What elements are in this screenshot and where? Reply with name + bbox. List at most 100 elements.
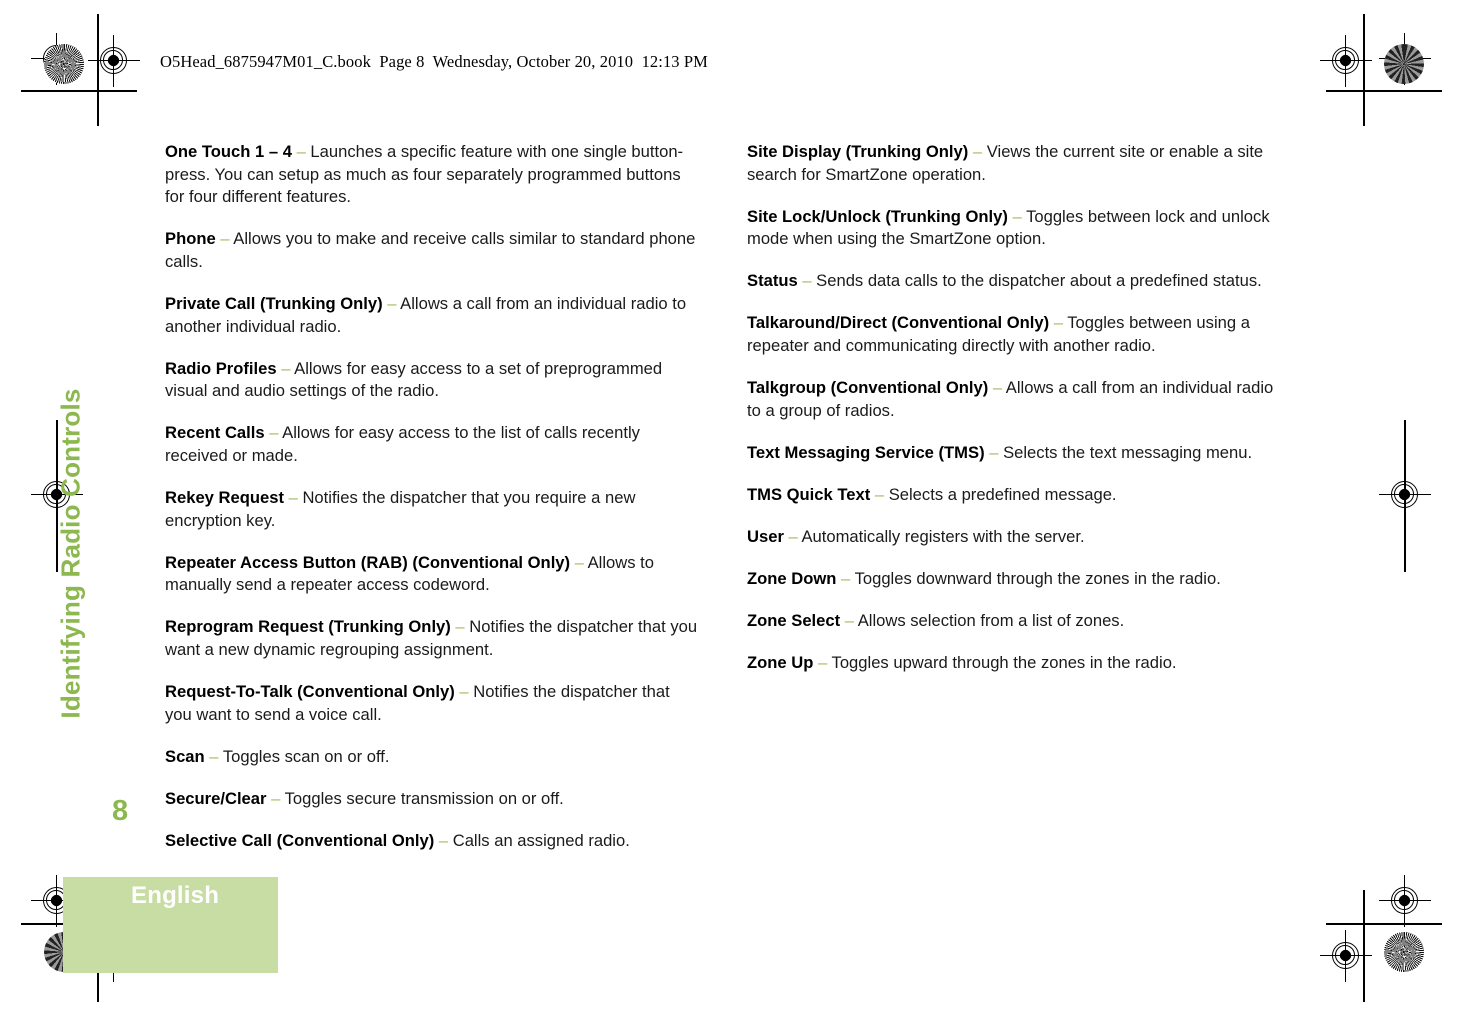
star-target-mark-top-left	[44, 44, 84, 84]
glossary-entry: Talkgroup (Conventional Only) – Allows a…	[747, 377, 1285, 422]
glossary-term: User	[747, 527, 784, 547]
glossary-separator-dash: –	[984, 442, 1004, 462]
glossary-entry: Selective Call (Conventional Only) – Cal…	[165, 830, 699, 853]
trim-line-right-vertical	[1363, 14, 1365, 126]
glossary-entry: Status – Sends data calls to the dispatc…	[747, 270, 1285, 293]
star-target-mark-top-right	[1384, 44, 1424, 84]
registration-mark-top-right-inner	[1320, 35, 1372, 87]
trim-line-top-right-horizontal	[1326, 90, 1442, 92]
glossary-separator-dash: –	[988, 378, 1006, 398]
glossary-entry: Site Display (Trunking Only) – Views the…	[747, 141, 1285, 186]
glossary-term: Text Messaging Service (TMS)	[747, 442, 985, 462]
glossary-term: Status	[747, 271, 798, 291]
glossary-term: Site Display (Trunking Only)	[747, 142, 969, 161]
registration-mark-bottom-right-outer	[1379, 875, 1431, 927]
chapter-side-tab-title: Identifying Radio Controls	[55, 388, 86, 719]
language-label: English	[131, 882, 220, 909]
glossary-term: Secure/Clear	[165, 788, 267, 808]
column-right: Site Display (Trunking Only) – Views the…	[747, 141, 1285, 872]
glossary-entry: Rekey Request – Notifies the dispatcher …	[165, 487, 699, 532]
glossary-separator-dash: –	[968, 142, 987, 161]
glossary-description: Allows selection from a list of zones.	[857, 611, 1125, 631]
glossary-entry: Zone Down – Toggles downward through the…	[747, 568, 1285, 591]
glossary-separator-dash: –	[1049, 313, 1068, 333]
glossary-separator-dash: –	[215, 229, 234, 249]
glossary-entry: Request-To-Talk (Conventional Only) – No…	[165, 681, 699, 726]
glossary-separator-dash: –	[382, 293, 401, 313]
glossary-term: Recent Calls	[165, 423, 265, 443]
glossary-term: Request-To-Talk (Conventional Only)	[165, 682, 455, 702]
page-body-columns: One Touch 1 – 4 – Launches a specific fe…	[165, 141, 1285, 872]
glossary-description: Toggles downward through the zones in th…	[854, 569, 1221, 589]
glossary-entry: Text Messaging Service (TMS) – Selects t…	[747, 442, 1285, 465]
glossary-term: TMS Quick Text	[747, 484, 871, 504]
glossary-separator-dash: –	[276, 358, 295, 378]
trim-line-bottom-right-vertical	[1363, 890, 1365, 1002]
glossary-separator-dash: –	[1007, 206, 1027, 226]
glossary-separator-dash: –	[797, 271, 817, 291]
glossary-entry: Reprogram Request (Trunking Only) – Noti…	[165, 616, 699, 661]
glossary-description: Automatically registers with the server.	[801, 527, 1085, 547]
registration-mark-top-left-inner	[88, 35, 140, 87]
glossary-separator-dash: –	[434, 830, 453, 850]
glossary-description: Toggles secure transmission on or off.	[284, 788, 564, 808]
glossary-description: Selects a predefined message.	[888, 484, 1117, 504]
glossary-description: Sends data calls to the dispatcher about…	[816, 271, 1262, 291]
glossary-separator-dash: –	[283, 488, 303, 508]
glossary-term: Repeater Access Button (RAB) (Convention…	[165, 552, 571, 572]
glossary-entry: User – Automatically registers with the …	[747, 526, 1285, 549]
glossary-entry: One Touch 1 – 4 – Launches a specific fe…	[165, 141, 699, 209]
glossary-term: Site Lock/Unlock (Trunking Only)	[747, 206, 1008, 226]
glossary-term: Selective Call (Conventional Only)	[165, 830, 435, 850]
glossary-separator-dash: –	[570, 552, 588, 572]
glossary-separator-dash: –	[291, 142, 311, 161]
glossary-description: Toggles scan on or off.	[222, 746, 390, 766]
glossary-description: Allows you to make and receive calls sim…	[165, 229, 696, 271]
glossary-term: Private Call (Trunking Only)	[165, 293, 383, 313]
glossary-term: One Touch 1 – 4	[165, 142, 292, 161]
glossary-entry: Radio Profiles – Allows for easy access …	[165, 358, 699, 403]
glossary-separator-dash: –	[870, 484, 889, 504]
glossary-entry: Secure/Clear – Toggles secure transmissi…	[165, 788, 699, 811]
glossary-description: Selects the text messaging menu.	[1003, 442, 1253, 462]
glossary-separator-dash: –	[450, 617, 470, 637]
glossary-term: Zone Select	[747, 611, 841, 631]
glossary-entry: Recent Calls – Allows for easy access to…	[165, 422, 699, 467]
glossary-entry: Zone Up – Toggles upward through the zon…	[747, 652, 1285, 675]
glossary-term: Phone	[165, 229, 216, 249]
glossary-separator-dash: –	[454, 682, 474, 702]
registration-mark-bottom-right-inner	[1320, 930, 1372, 982]
glossary-term: Talkaround/Direct (Conventional Only)	[747, 313, 1050, 333]
glossary-entry: Talkaround/Direct (Conventional Only) – …	[747, 312, 1285, 357]
glossary-term: Scan	[165, 746, 205, 766]
glossary-term: Zone Up	[747, 653, 814, 673]
glossary-separator-dash: –	[266, 788, 285, 808]
column-left: One Touch 1 – 4 – Launches a specific fe…	[165, 141, 699, 872]
glossary-separator-dash: –	[204, 746, 223, 766]
glossary-separator-dash: –	[783, 527, 802, 547]
document-header-line: O5Head_6875947M01_C.book Page 8 Wednesda…	[160, 52, 708, 71]
glossary-entry: TMS Quick Text – Selects a predefined me…	[747, 484, 1285, 507]
glossary-entry: Repeater Access Button (RAB) (Convention…	[165, 552, 699, 597]
glossary-term: Radio Profiles	[165, 358, 277, 378]
glossary-term: Zone Down	[747, 569, 837, 589]
glossary-separator-dash: –	[264, 423, 283, 443]
page-number: 8	[112, 795, 129, 827]
glossary-entry: Scan – Toggles scan on or off.	[165, 746, 699, 769]
glossary-entry: Private Call (Trunking Only) – Allows a …	[165, 293, 699, 338]
glossary-description: Toggles upward through the zones in the …	[831, 653, 1177, 673]
glossary-separator-dash: –	[813, 653, 832, 673]
trim-line-right-middle	[1404, 420, 1406, 572]
glossary-description: Calls an assigned radio.	[452, 830, 630, 850]
trim-line-bottom-right-horizontal	[1326, 923, 1442, 925]
star-target-mark-bottom-right	[1384, 932, 1424, 972]
glossary-term: Talkgroup (Conventional Only)	[747, 378, 989, 398]
glossary-term: Reprogram Request (Trunking Only)	[165, 617, 451, 637]
glossary-separator-dash: –	[840, 611, 858, 631]
trim-line-top-left-horizontal	[21, 90, 137, 92]
glossary-entry: Phone – Allows you to make and receive c…	[165, 228, 699, 273]
glossary-separator-dash: –	[836, 569, 855, 589]
glossary-term: Rekey Request	[165, 488, 284, 508]
glossary-entry: Site Lock/Unlock (Trunking Only) – Toggl…	[747, 206, 1285, 251]
glossary-entry: Zone Select – Allows selection from a li…	[747, 610, 1285, 633]
